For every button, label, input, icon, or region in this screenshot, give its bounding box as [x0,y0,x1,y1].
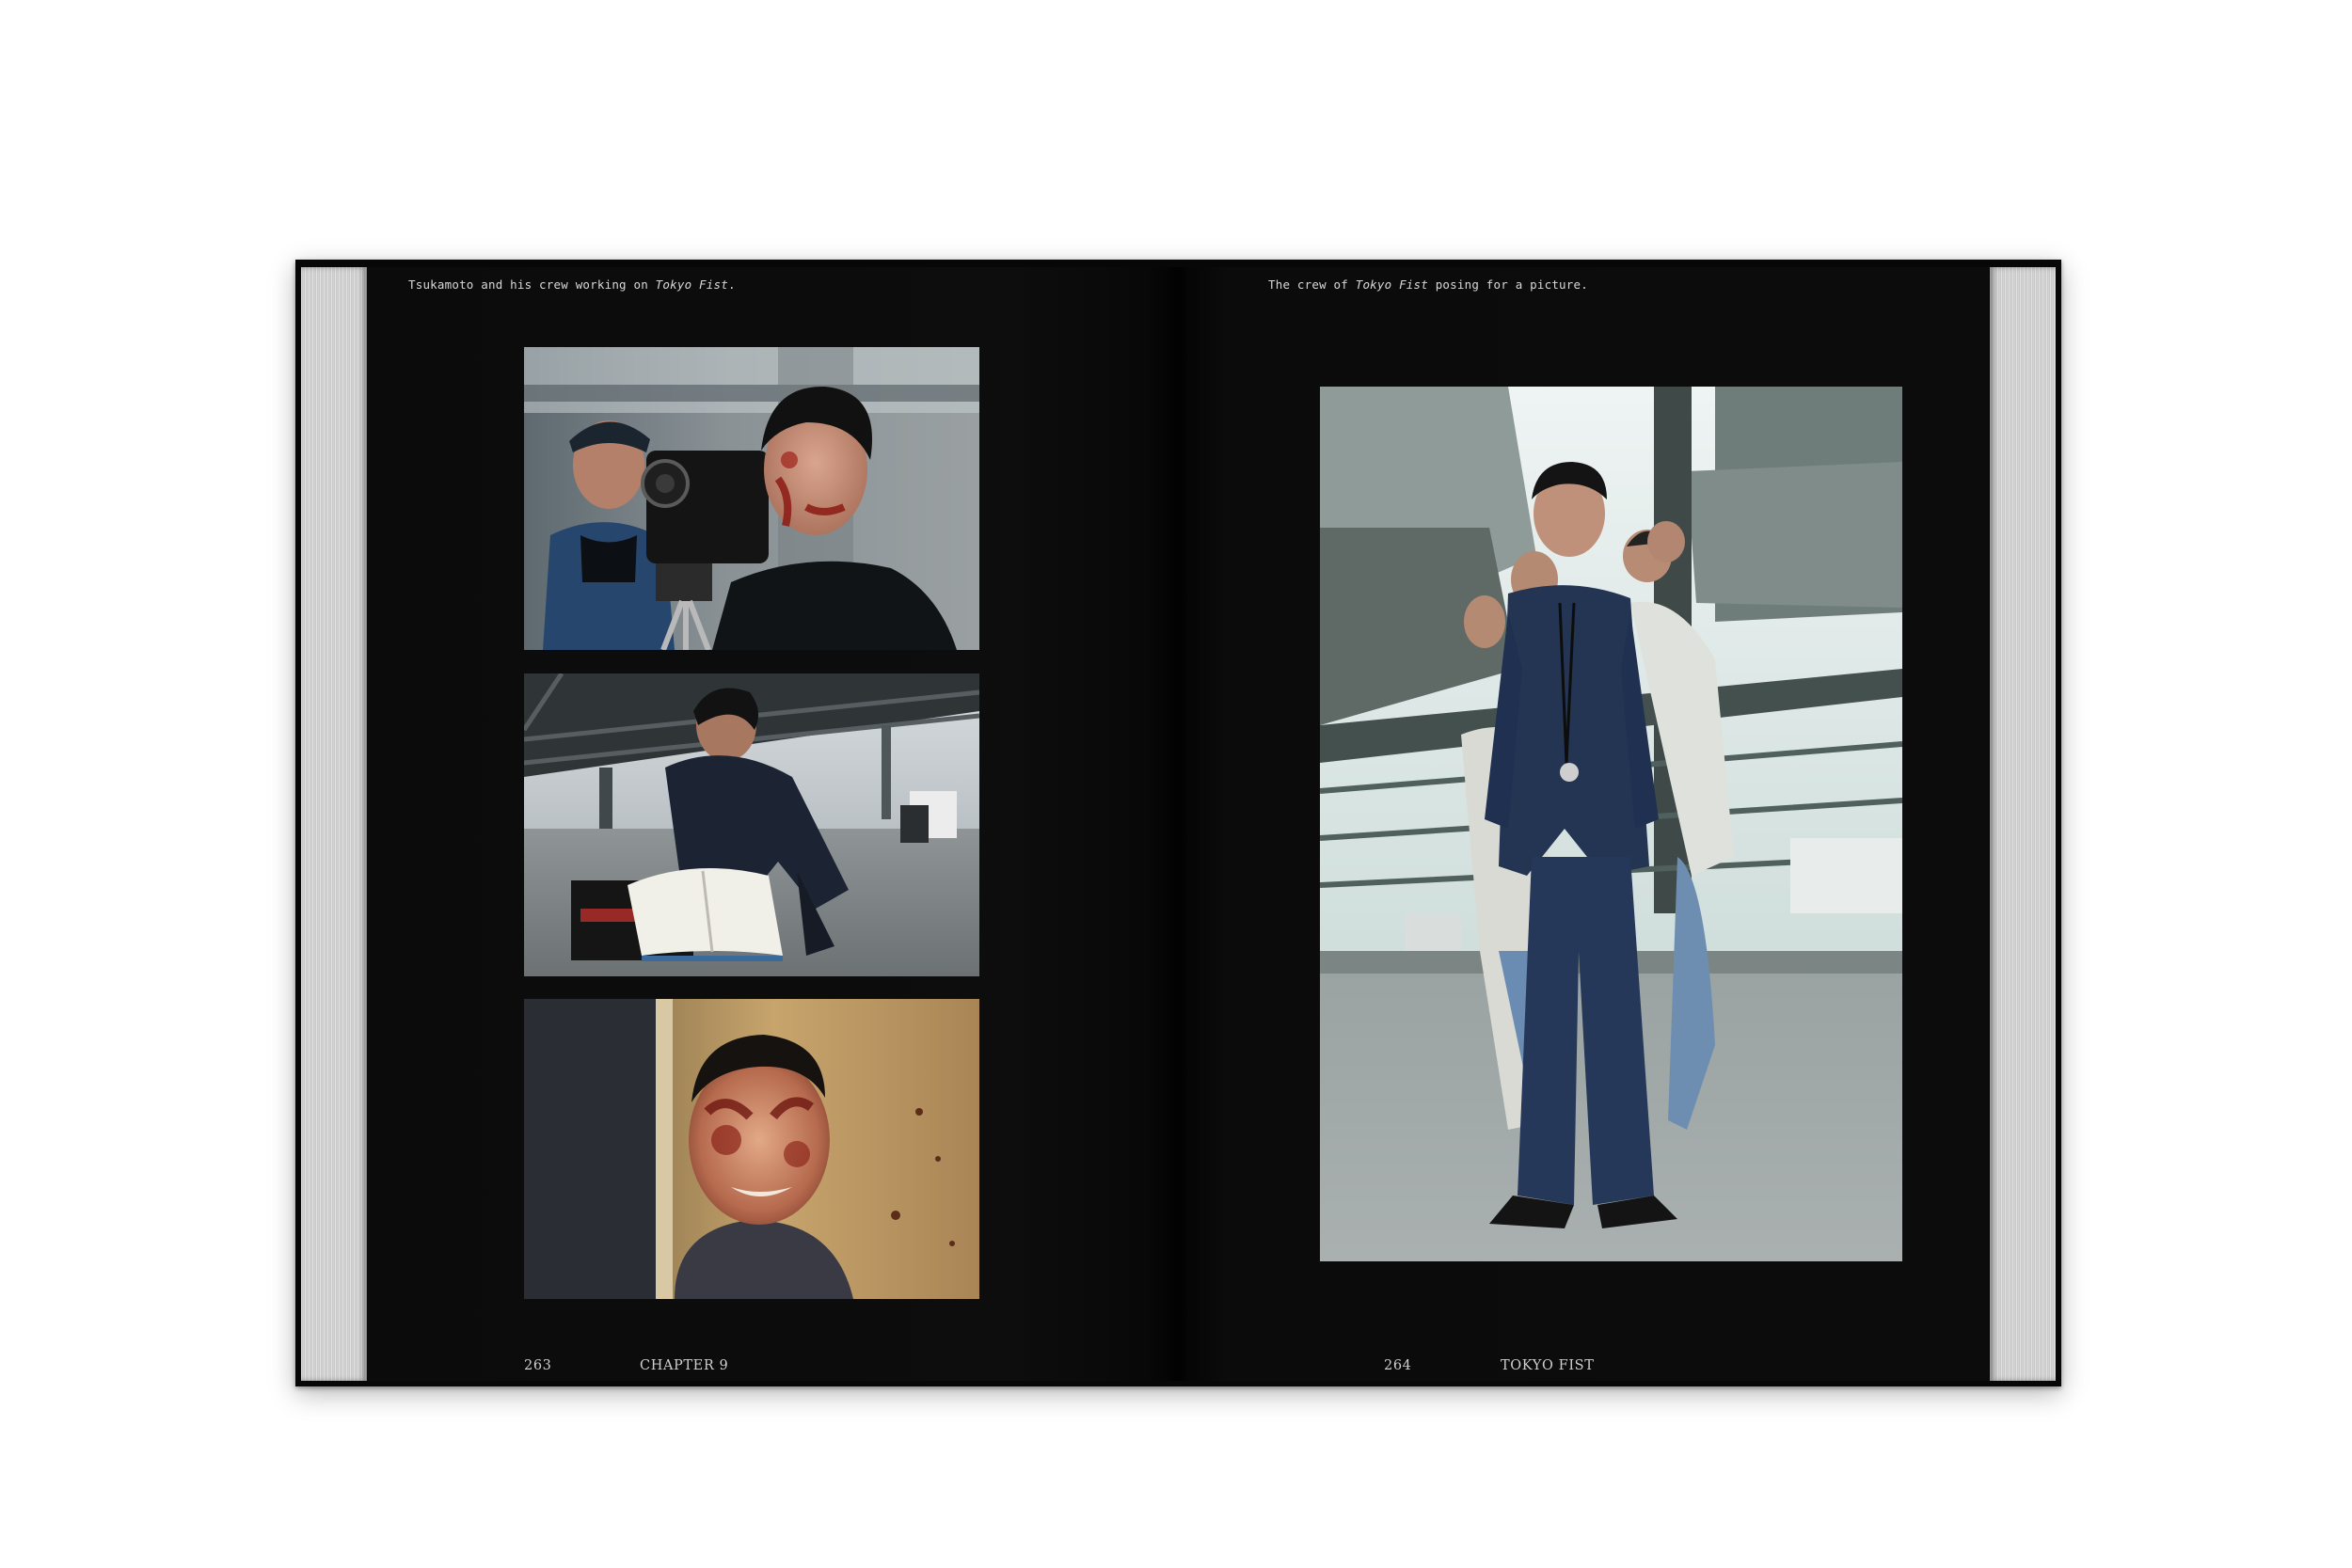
photo-crew-posing [1320,387,1902,1261]
right-running-head: TOKYO FIST [1501,1358,1595,1373]
right-page-edges [1990,267,2056,1381]
right-caption-text: The crew of [1268,277,1356,292]
right-caption-title: Tokyo Fist [1355,277,1428,292]
left-caption-title: Tokyo Fist [655,277,728,292]
left-caption: Tsukamoto and his crew working on Tokyo … [408,277,736,292]
left-page-edges [301,267,367,1381]
left-caption-text: Tsukamoto and his crew working on [408,277,656,292]
right-caption: The crew of Tokyo Fist posing for a pict… [1268,277,1588,292]
left-page-number: 263 [524,1358,552,1373]
right-caption-end: posing for a picture. [1427,277,1588,292]
left-caption-end: . [727,277,736,292]
photo-makeup-closeup [524,999,979,1299]
photo-reading-script [524,673,979,976]
book-gutter [1167,267,1189,1381]
right-page-number: 264 [1384,1358,1412,1373]
photo-crew-with-camera [524,347,979,650]
left-running-head: CHAPTER 9 [640,1358,729,1373]
